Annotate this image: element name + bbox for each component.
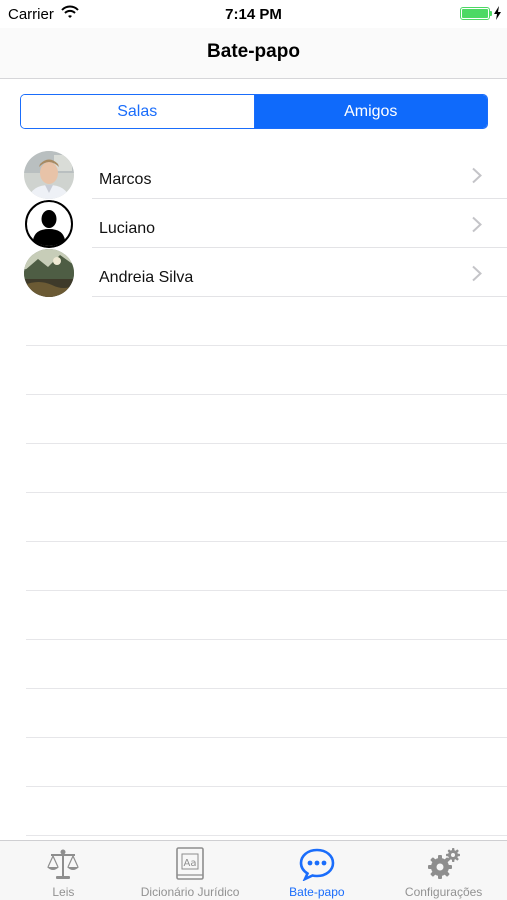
chevron-right-icon [472, 216, 482, 233]
empty-row-separator [26, 737, 507, 738]
contact-name: Luciano [99, 220, 156, 237]
status-bar: Carrier 7:14 PM [0, 0, 507, 28]
default-silhouette-avatar [25, 200, 73, 248]
list-item[interactable]: Marcos [0, 150, 507, 199]
contact-list: Marcos Luciano Andreia Silva [0, 150, 507, 297]
tab-label: Configurações [404, 885, 483, 899]
empty-row-separator [26, 443, 507, 444]
segmented-control: Salas Amigos [20, 94, 488, 129]
battery-nub [490, 11, 492, 16]
empty-row-separator [26, 835, 507, 836]
tab-label: Leis [52, 885, 75, 899]
empty-row-separator [26, 639, 507, 640]
empty-row-separator [26, 590, 507, 591]
empty-row-separator [26, 492, 507, 493]
photo-avatar [24, 151, 74, 199]
page-title: Bate-papo [207, 41, 300, 62]
svg-text:Aa: Aa [184, 858, 197, 869]
tab-leis[interactable]: Leis [0, 841, 127, 900]
tab-configuracoes[interactable]: Configurações [380, 841, 507, 900]
list-item[interactable]: Luciano [0, 199, 507, 248]
empty-row-separator [26, 345, 507, 346]
empty-row-separator [26, 786, 507, 787]
status-time: 7:14 PM [225, 6, 282, 23]
empty-row-separator [26, 394, 507, 395]
navigation-bar: Bate-papo [0, 28, 507, 79]
chevron-right-icon [472, 167, 482, 184]
tab-dicionario-juridico[interactable]: Aa Dicionário Jurídico [127, 841, 254, 900]
tab-bar: Leis Aa Dicionário Jurídico Bate-papo Co… [0, 840, 507, 900]
contact-name: Marcos [99, 171, 152, 188]
gears-icon [427, 848, 460, 879]
dictionary-icon: Aa [176, 847, 204, 880]
segment-salas[interactable]: Salas [21, 95, 255, 128]
segment-amigos[interactable]: Amigos [254, 95, 487, 128]
scales-icon [47, 849, 80, 879]
tab-label: Dicionário Jurídico [140, 885, 240, 899]
battery-icon [460, 7, 490, 20]
landscape-avatar [24, 249, 74, 297]
empty-row-separator [26, 541, 507, 542]
empty-row-separator [26, 688, 507, 689]
chevron-right-icon [472, 265, 482, 282]
tab-label: Bate-papo [289, 885, 345, 899]
contact-name: Andreia Silva [99, 269, 194, 286]
tab-bate-papo[interactable]: Bate-papo [254, 841, 381, 900]
charging-bolt-icon [494, 6, 501, 20]
chat-icon [299, 848, 335, 881]
list-item[interactable]: Andreia Silva [0, 248, 507, 297]
row-separator [92, 296, 507, 297]
